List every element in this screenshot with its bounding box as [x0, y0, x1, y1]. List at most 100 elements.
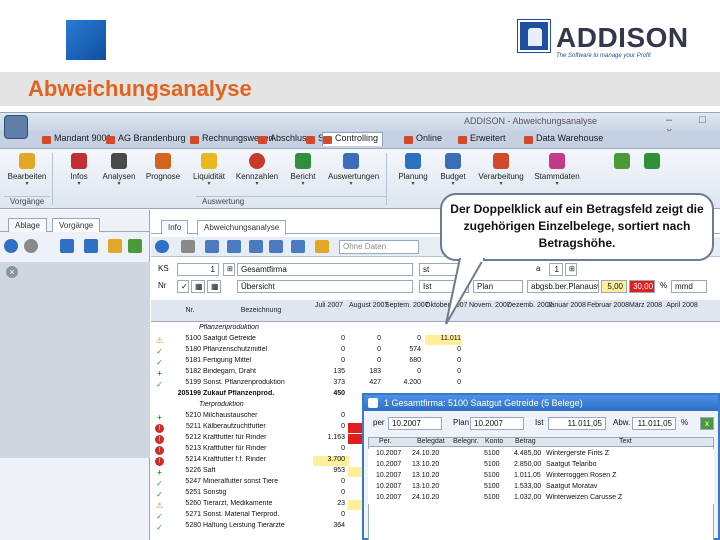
plan-mode-select[interactable]: abgsb.ber.Planauswahl [527, 280, 599, 293]
amount-cell[interactable]: 135 [313, 368, 345, 375]
account-name: Sonst. Pflanzenproduktion [203, 379, 285, 386]
lookup-icon[interactable]: ⊞ [565, 263, 577, 276]
ribbon-analysen-button[interactable]: Analysen ▾ [96, 151, 142, 195]
table-row[interactable]: ✓ 5180 Pflanzenschutzmittel 0 0 574 0 [151, 346, 720, 357]
amount-cell[interactable]: 0 [425, 368, 461, 375]
table-row[interactable]: +5182 Bindegarn, Draht 135 183 0 0 [151, 368, 720, 379]
filter-icon[interactable] [315, 240, 329, 253]
menu-data-warehouse[interactable]: Data Warehouse [524, 133, 603, 147]
menu-abschluss[interactable]: Abschluss [258, 133, 311, 147]
amount-cell[interactable]: 0 [425, 357, 461, 364]
amount-cell[interactable]: 0 [313, 423, 345, 430]
unit-select[interactable]: mmd [671, 280, 707, 293]
ribbon-liquiditaet-button[interactable]: Liquidität ▾ [186, 151, 232, 195]
ribbon-prognose-button[interactable]: Prognose [140, 151, 186, 195]
prev-page-icon[interactable] [249, 240, 263, 253]
tab-info[interactable]: Info [161, 220, 189, 234]
amount-cell[interactable]: 427 [349, 379, 381, 386]
checkbox[interactable]: ✓ [177, 280, 189, 293]
print-icon[interactable] [181, 240, 195, 253]
amount-cell[interactable]: 364 [313, 522, 345, 529]
ribbon-chart-button[interactable] [610, 151, 634, 195]
amount-cell[interactable]: 4.200 [385, 379, 421, 386]
menu-erweitert[interactable]: Erweitert [458, 133, 506, 147]
menu-controlling[interactable]: Controlling [322, 132, 384, 146]
nav-icon[interactable] [4, 239, 18, 253]
amount-cell[interactable]: 0 [425, 379, 461, 386]
popup-icon [368, 398, 378, 408]
amount-cell[interactable]: 0 [313, 489, 345, 496]
amount-cell[interactable]: 0 [313, 346, 345, 353]
amount-cell[interactable]: 953 [313, 467, 345, 474]
period-number[interactable]: 1 [549, 263, 563, 276]
search-input[interactable]: Ohne Daten [339, 240, 419, 254]
amount-cell[interactable]: 1.163 [313, 434, 345, 441]
amount-cell[interactable]: 11.011 [425, 335, 461, 342]
next-page-icon[interactable] [269, 240, 283, 253]
cost-center-number[interactable]: 1 [177, 263, 219, 276]
ribbon-bericht-button[interactable]: Bericht ▾ [280, 151, 326, 195]
amount-cell[interactable]: 0 [385, 335, 421, 342]
calc-icon[interactable]: ▦ [207, 280, 221, 293]
menu-company[interactable]: AG Brandenburg [106, 133, 186, 147]
ribbon-stammdaten-button[interactable]: Stammdaten ▾ [534, 151, 580, 195]
calc-icon[interactable]: ▦ [191, 280, 205, 293]
amount-cell[interactable]: 680 [385, 357, 421, 364]
menu-mandant[interactable]: Mandant 9001 [42, 133, 112, 147]
amount-cell[interactable]: 0 [425, 346, 461, 353]
threshold-red[interactable]: 30,00 [629, 280, 655, 293]
voucher-row[interactable]: 10.2007 13.10.20 5100 1.533,00 Saatgut Morat… [368, 482, 714, 493]
amount-cell[interactable]: 0 [313, 357, 345, 364]
amount-cell[interactable]: 23 [313, 500, 345, 507]
lookup-icon[interactable]: ⊞ [223, 263, 235, 276]
amount-cell[interactable]: 3.700 [313, 456, 345, 463]
amount-cell[interactable]: 0 [385, 368, 421, 375]
menu-online[interactable]: Online [404, 133, 442, 147]
last-page-icon[interactable] [291, 240, 305, 253]
tab-abweichungsanalyse[interactable]: Abweichungsanalyse [197, 220, 287, 235]
amount-cell[interactable]: 0 [349, 335, 381, 342]
ribbon-auswertungen-button[interactable]: Auswertungen ▾ [328, 151, 379, 195]
voucher-row[interactable]: 10.2007 13.10.20 5100 1.011,05 Winterroggen … [368, 471, 714, 482]
ribbon-verarbeitung-button[interactable]: Verarbeitung ▾ [478, 151, 524, 195]
amount-cell[interactable]: 0 [313, 335, 345, 342]
nav-dropdown-icon[interactable] [24, 239, 38, 253]
group-row[interactable]: Pflanzenproduktion [151, 324, 720, 335]
amount-cell[interactable]: 373 [313, 379, 345, 386]
amount-cell[interactable]: 0 [349, 346, 381, 353]
ribbon-kennzahlen-button[interactable]: Kennzahlen ▾ [234, 151, 280, 195]
tree-icon[interactable] [84, 239, 98, 253]
table-row[interactable]: ✓ 5181 Fertigung Mittel 0 0 680 0 [151, 357, 720, 368]
settings-icon[interactable] [108, 239, 122, 253]
table-row[interactable]: ✓ 5199 Sonst. Pflanzenproduktion 373 427 4.20… [151, 379, 720, 390]
threshold-yellow[interactable]: 5,00 [601, 280, 627, 293]
amount-cell[interactable]: 0 [313, 511, 345, 518]
amount-cell[interactable]: 0 [313, 445, 345, 452]
amount-cell[interactable]: 0 [313, 478, 345, 485]
ribbon-bearbeiten-button[interactable]: Bearbeiten ▾ [4, 151, 50, 195]
voucher-row[interactable]: 10.2007 24.10.20 5100 4.485,00 Wintergerste … [368, 449, 714, 460]
amount-cell[interactable]: 0 [349, 357, 381, 364]
first-page-icon[interactable] [227, 240, 241, 253]
ribbon-budget-button[interactable]: Budget ▾ [430, 151, 476, 195]
ribbon-barchart-button[interactable] [640, 151, 664, 195]
export-excel-icon[interactable]: x [700, 417, 714, 430]
nav-icon[interactable] [155, 240, 169, 253]
app-menu-icon[interactable] [4, 115, 28, 139]
export-icon[interactable] [128, 239, 142, 253]
popup-period-input[interactable]: 10.2007 [388, 417, 442, 430]
refresh-icon[interactable] [60, 239, 74, 253]
tab-ablage[interactable]: Ablage [8, 218, 47, 232]
table-icon[interactable] [205, 240, 219, 253]
amount-cell[interactable]: 450 [313, 390, 345, 397]
tab-vorgaenge[interactable]: Vorgänge [52, 218, 101, 232]
amount-cell[interactable]: 574 [385, 346, 421, 353]
voucher-row[interactable]: 10.2007 13.10.20 5100 2.850,00 Saatgut Telar… [368, 460, 714, 471]
voucher-row[interactable]: 10.2007 24.10.20 5100 1.032,00 Winterweizen … [368, 493, 714, 504]
popup-plan-input[interactable]: 10.2007 [470, 417, 524, 430]
amount-cell[interactable]: 0 [313, 412, 345, 419]
account-number: 5181 [185, 357, 201, 364]
table-row[interactable]: ⚠ 5100 Saatgut Getreide 0 0 0 11.011 [151, 335, 720, 346]
amount-cell[interactable]: 183 [349, 368, 381, 375]
close-icon[interactable]: × [6, 266, 18, 278]
